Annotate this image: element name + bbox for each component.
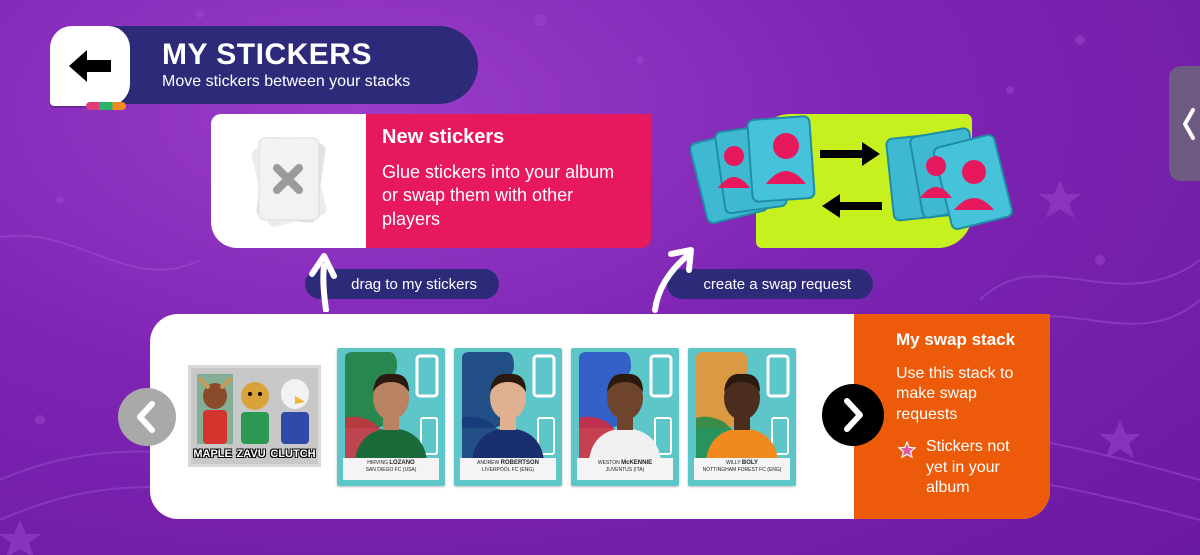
player-name: ANDREW ROBERTSON [477,460,539,466]
new-stickers-description: Glue stickers into your album or swap th… [382,162,615,229]
player-caption: ANDREW ROBERTSON LIVERPOOL FC (ENG) [460,458,556,480]
back-button[interactable] [50,26,130,110]
player-club: JUVENTUS (ITA) [605,467,645,473]
drag-hint-label: drag to my stickers [351,275,477,293]
mascot-name-2: ZAVU [236,448,266,460]
page-subtitle: Move stickers between your stacks [162,73,411,90]
player-sticker[interactable]: HIRVING LOZANO SAN DIEGO FC (USA) [337,348,445,486]
back-arrow-icon [69,50,111,82]
swap-stack-legend-label: Stickers not yet in your album [926,438,1010,497]
player-sticker[interactable]: ANDREW ROBERTSON LIVERPOOL FC (ENG) [454,348,562,486]
player-club: LIVERPOOL FC (ENG) [482,467,534,473]
carousel-next-button[interactable] [822,384,884,446]
swap-arrows-icon [690,115,1013,230]
swap-hint-label: create a swap request [703,275,851,293]
chevron-left-icon [137,401,155,433]
page-title: MY STICKERS [162,38,372,71]
player-club: SAN DIEGO FC (USA) [365,467,417,473]
swap-stack-description: Use this stack to make swap requests [896,365,1014,423]
curved-up-arrow-icon [309,253,337,312]
player-name: HIRVING LOZANO [367,460,415,466]
player-name: WESTON McKENNIE [597,460,653,466]
player-name: WILLY BOLY [725,460,759,466]
mascot-names: MAPLE ZAVU CLUTCH [191,448,318,460]
swap-stack-legend: Stickers not yet in your album [896,437,1030,498]
new-stickers-card[interactable]: New stickers Glue stickers into your alb… [211,114,651,248]
mascot-sticker[interactable]: MAPLE ZAVU CLUTCH [188,365,321,467]
side-drawer-tab[interactable] [1169,66,1200,181]
curved-up-arrow-icon [652,247,694,313]
mascot-name-1: MAPLE [193,448,232,460]
title-banner: MY STICKERS Move stickers between your s… [104,26,478,104]
player-sticker[interactable]: WESTON McKENNIE JUVENTUS (ITA) [571,348,679,486]
new-stickers-thumbnail [211,114,366,248]
swap-stack-heading: My swap stack [896,330,1016,349]
remove-x-icon [251,136,327,227]
back-button-accent [86,102,126,110]
player-caption: WESTON McKENNIE JUVENTUS (ITA) [577,458,673,480]
player-caption: HIRVING LOZANO SAN DIEGO FC (USA) [343,458,439,480]
drawer-chevron-icon [1183,107,1195,140]
star-icon [897,441,917,459]
player-sticker[interactable]: WILLY BOLY NOTTINGHAM FOREST FC (ENG) [688,348,796,486]
new-stickers-info: New stickers Glue stickers into your alb… [366,114,651,248]
player-club: NOTTINGHAM FOREST FC (ENG) [702,467,782,473]
carousel-prev-button[interactable] [118,388,176,446]
chevron-right-icon [844,398,863,432]
mascot-name-3: CLUTCH [270,448,316,460]
player-caption: WILLY BOLY NOTTINGHAM FOREST FC (ENG) [694,458,790,480]
new-stickers-heading: New stickers [382,126,505,148]
